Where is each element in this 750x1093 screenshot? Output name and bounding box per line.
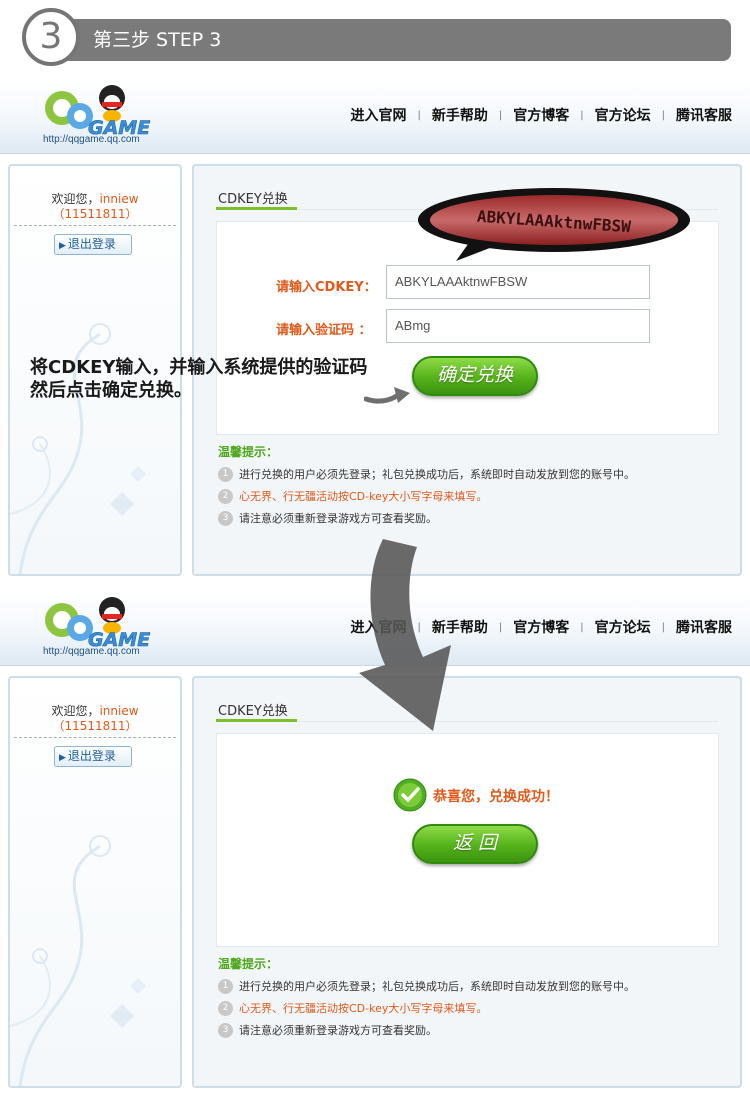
- arrow-right-icon: ▶: [59, 241, 66, 251]
- tip-number: 2: [218, 1000, 233, 1016]
- logout-button[interactable]: ▶ 退出登录: [54, 746, 132, 767]
- arrow-right-icon: ▶: [59, 753, 66, 763]
- nav-separator: |: [498, 109, 503, 121]
- tips-title: 温馨提示：: [218, 957, 279, 971]
- tip-number: 3: [218, 510, 233, 526]
- tip-number: 1: [218, 978, 233, 994]
- step-banner: 3 第三步 STEP 3: [0, 0, 750, 76]
- logo-url[interactable]: http://qqgame.qq.com: [43, 646, 140, 657]
- tip-item: 1 进行兑换的用户必须先登录；礼包兑换成功后，系统即时自动发放到您的账号中。: [218, 978, 635, 994]
- nav-beginner-help[interactable]: 新手帮助: [432, 105, 488, 125]
- instruction-line: 将CDKEY输入，并输入系统提供的验证码: [30, 357, 368, 378]
- tip-text: 进行兑换的用户必须先登录；礼包兑换成功后，系统即时自动发放到您的账号中。: [239, 468, 635, 481]
- nav-official-forum[interactable]: 官方论坛: [595, 617, 651, 637]
- divider: [14, 737, 176, 738]
- captcha-label: 请输入验证码 ：: [276, 323, 372, 338]
- tip-text: 心无界、行无疆活动按CD-key大小写字母来填写。: [239, 490, 488, 503]
- tip-text: 请注意必须重新登录游戏方可查看奖励。: [239, 512, 437, 525]
- user-sidebar: 欢迎您，inniew （11511811） ▶ 退出登录: [8, 676, 182, 1088]
- logo-url[interactable]: http://qqgame.qq.com: [43, 134, 140, 145]
- tip-text: 请注意必须重新登录游戏方可查看奖励。: [239, 1024, 437, 1037]
- nav-separator: |: [580, 621, 584, 633]
- success-message: 恭喜您，兑换成功！: [433, 789, 559, 805]
- panel-title: CDKEY兑换: [218, 704, 288, 719]
- tip-text: 进行兑换的用户必须先登录；礼包兑换成功后，系统即时自动发放到您的账号中。: [239, 980, 635, 993]
- redeem-form-screen: GAME http://qqgame.qq.com 进入官网 | 新手帮助 | …: [0, 76, 750, 586]
- back-button[interactable]: 返 回: [412, 824, 538, 864]
- tip-number: 2: [218, 488, 233, 504]
- big-down-arrow-icon: [359, 539, 451, 731]
- welcome-label: 欢迎您，: [51, 192, 100, 206]
- check-icon: [393, 778, 427, 812]
- username: inniew: [99, 192, 139, 206]
- instruction-annotation: 将CDKEY输入，并输入系统提供的验证码 然后点击确定兑换。: [30, 356, 367, 402]
- floral-decoration: [10, 835, 146, 1086]
- title-underline: [216, 207, 297, 210]
- nav-official-site[interactable]: 进入官网: [351, 105, 407, 125]
- divider: [14, 225, 176, 226]
- title-underline: [216, 719, 297, 722]
- step-title: 第三步 STEP 3: [48, 19, 731, 61]
- tip-item: 3 请注意必须重新登录游戏方可查看奖励。: [218, 1022, 437, 1038]
- logout-label: 退出登录: [67, 237, 116, 251]
- user-id: （11511811）: [52, 207, 138, 221]
- nav-official-forum[interactable]: 官方论坛: [595, 105, 651, 125]
- tip-item: 1 进行兑换的用户必须先登录；礼包兑换成功后，系统即时自动发放到您的账号中。: [218, 466, 635, 482]
- tips-title: 温馨提示：: [218, 445, 279, 459]
- nav-official-blog[interactable]: 官方博客: [513, 617, 569, 637]
- tip-item: 3 请注意必须重新登录游戏方可查看奖励。: [218, 510, 437, 526]
- nav-separator: |: [661, 109, 665, 121]
- top-nav: 进入官网 | 新手帮助 | 官方博客 | 官方论坛 | 腾讯客服: [351, 105, 733, 125]
- step-number: 3: [22, 8, 80, 66]
- welcome-label: 欢迎您，: [51, 704, 100, 718]
- cdkey-zoom-callout: ABKYLAAAktnwFBSW: [418, 188, 690, 261]
- logout-button[interactable]: ▶ 退出登录: [54, 234, 132, 255]
- nav-official-blog[interactable]: 官方博客: [513, 105, 569, 125]
- curved-arrow-icon: [364, 387, 410, 404]
- tip-text: 心无界、行无疆活动按CD-key大小写字母来填写。: [239, 1002, 488, 1015]
- site-header: GAME http://qqgame.qq.com 进入官网 | 新手帮助 | …: [0, 76, 750, 154]
- cdkey-label: 请输入CDKEY：: [276, 280, 377, 295]
- success-box: 恭喜您，兑换成功！ 返 回: [216, 733, 719, 947]
- nav-separator: |: [417, 109, 421, 121]
- cdkey-panel: CDKEY兑换 恭喜您，兑换成功！ 返 回 温馨提示： 1 进行兑换的用户必须先登…: [192, 676, 742, 1088]
- logout-label: 退出登录: [67, 749, 116, 763]
- nav-tencent-service[interactable]: 腾讯客服: [676, 105, 732, 125]
- confirm-redeem-button[interactable]: 确定兑换: [412, 356, 538, 396]
- tip-item: 2 心无界、行无疆活动按CD-key大小写字母来填写。: [218, 488, 487, 504]
- nav-separator: |: [498, 621, 503, 633]
- username: inniew: [99, 704, 139, 718]
- floral-decoration: [10, 323, 146, 574]
- user-id: （11511811）: [52, 719, 138, 733]
- instruction-line: 然后点击确定兑换。: [30, 380, 192, 401]
- nav-separator: |: [661, 621, 665, 633]
- tip-number: 3: [218, 1022, 233, 1038]
- cdkey-input[interactable]: ABKYLAAAktnwFBSW: [386, 265, 650, 299]
- panel-title: CDKEY兑换: [218, 192, 288, 207]
- nav-separator: |: [580, 109, 584, 121]
- nav-tencent-service[interactable]: 腾讯客服: [676, 617, 732, 637]
- tip-item: 2 心无界、行无疆活动按CD-key大小写字母来填写。: [218, 1000, 487, 1016]
- tip-number: 1: [218, 466, 233, 482]
- captcha-input[interactable]: ABmg: [386, 309, 650, 343]
